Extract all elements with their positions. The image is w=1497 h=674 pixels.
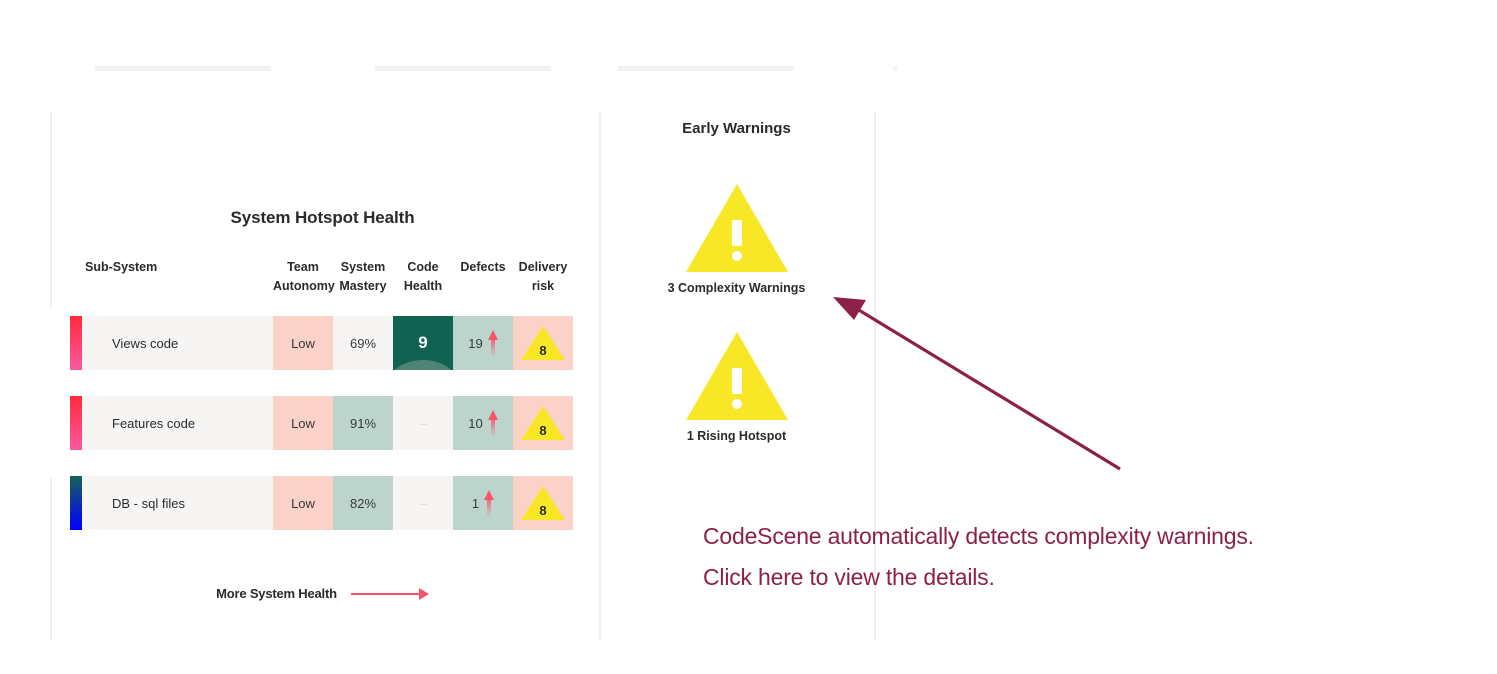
defects-count: 19 xyxy=(468,335,483,351)
cell-delivery-risk: 8 xyxy=(513,476,573,530)
panel-title-early-warnings: Early Warnings xyxy=(682,120,791,137)
system-hotspot-health-panel: System Hotspot Health Sub-System Team Au… xyxy=(50,112,599,640)
cell-delivery-risk: 8 xyxy=(513,316,573,370)
cell-defects: 10 xyxy=(453,396,513,450)
column-header-line2: Mastery xyxy=(339,279,387,293)
code-health-empty: – xyxy=(419,415,427,431)
column-header-system-mastery: System Mastery xyxy=(333,258,393,296)
cell-team-autonomy: Low xyxy=(273,476,333,530)
rising-arrow-icon xyxy=(487,409,498,437)
warning-triangle-icon: 8 xyxy=(521,326,565,360)
early-warning-item-rising-hotspot[interactable]: 1 Rising Hotspot xyxy=(599,332,874,443)
table-row[interactable]: DB - sql files Low 82% – 1 8 xyxy=(70,476,573,530)
row-label-sub-system: Features code xyxy=(82,396,273,450)
cell-team-autonomy: Low xyxy=(273,396,333,450)
cell-defects: 19 xyxy=(453,316,513,370)
cell-defects: 1 xyxy=(453,476,513,530)
delivery-risk-value: 8 xyxy=(539,343,547,358)
column-header-line2: Health xyxy=(403,279,443,293)
column-header-delivery-risk: Delivery risk xyxy=(513,258,573,296)
defects-value-group: 10 xyxy=(468,409,498,437)
warning-triangle-icon xyxy=(685,184,788,272)
exclamation-dot xyxy=(731,251,742,261)
row-color-bar xyxy=(70,476,82,530)
cell-code-health: 9 xyxy=(393,316,453,370)
rising-arrow-icon xyxy=(484,489,495,517)
table-header-row: Sub-System Team Autonomy System Mastery … xyxy=(50,258,595,304)
row-label-sub-system: DB - sql files xyxy=(82,476,273,530)
cell-system-mastery: 82% xyxy=(333,476,393,530)
early-warning-item-complexity[interactable]: 3 Complexity Warnings xyxy=(599,184,874,295)
annotation-callout-text: CodeScene automatically detects complexi… xyxy=(703,516,1493,598)
column-header-line2: risk xyxy=(531,279,555,293)
row-color-bar xyxy=(70,396,82,450)
code-health-empty: – xyxy=(419,495,427,511)
rising-arrow-icon xyxy=(487,329,498,357)
cell-team-autonomy: Low xyxy=(273,316,333,370)
early-warning-label: 3 Complexity Warnings xyxy=(667,281,806,295)
arrow-right-icon xyxy=(350,587,429,601)
delivery-risk-value: 8 xyxy=(539,423,547,438)
column-header-sub-system: Sub-System xyxy=(85,260,158,274)
exclamation-dot xyxy=(731,399,742,409)
annotation-line-2: Click here to view the details. xyxy=(703,564,995,590)
column-header-code-health: Code Health xyxy=(393,258,453,296)
delivery-risk-value: 8 xyxy=(539,503,547,518)
cell-code-health: – xyxy=(393,476,453,530)
defects-count: 10 xyxy=(468,415,483,431)
table-row[interactable]: Views code Low 69% 9 19 8 xyxy=(70,316,573,370)
dashboard-root: System Hotspot Health Sub-System Team Au… xyxy=(0,0,1497,674)
table-row[interactable]: Features code Low 91% – 10 8 xyxy=(70,396,573,450)
cell-system-mastery: 91% xyxy=(333,396,393,450)
more-system-health-label: More System Health xyxy=(216,586,337,601)
code-health-score: 9 xyxy=(418,333,428,352)
annotation-line-1: CodeScene automatically detects complexi… xyxy=(703,523,1254,549)
column-header-line2: Autonomy xyxy=(273,279,335,293)
defects-value-group: 19 xyxy=(468,329,498,357)
card-edge-strip-4 xyxy=(893,66,897,71)
defects-value-group: 1 xyxy=(471,489,495,517)
column-header-line1: System xyxy=(340,260,386,274)
arrow-head xyxy=(418,587,429,600)
warning-triangle-icon: 8 xyxy=(521,406,565,440)
column-header-team-autonomy: Team Autonomy xyxy=(273,258,335,296)
card-edge-strip-2 xyxy=(375,66,551,71)
defects-count: 1 xyxy=(471,495,480,511)
panel-title-system-hotspot-health: System Hotspot Health xyxy=(230,208,415,227)
warning-triangle-icon: 8 xyxy=(521,486,565,520)
cell-code-health: – xyxy=(393,396,453,450)
column-header-line1: Delivery xyxy=(518,260,568,274)
card-edge-strip-3 xyxy=(618,66,794,71)
cell-system-mastery: 69% xyxy=(333,316,393,370)
row-label-sub-system: Views code xyxy=(82,316,273,370)
exclamation-bar xyxy=(731,220,742,246)
column-header-line1: Defects xyxy=(460,260,506,274)
more-system-health-link[interactable]: More System Health xyxy=(50,586,595,601)
row-color-bar xyxy=(70,316,82,370)
arrow-shaft xyxy=(350,592,423,595)
cell-delivery-risk: 8 xyxy=(513,396,573,450)
early-warning-label: 1 Rising Hotspot xyxy=(686,429,787,443)
column-header-line1: Code xyxy=(407,260,439,274)
exclamation-bar xyxy=(731,368,742,394)
warning-triangle-icon xyxy=(685,332,788,420)
code-health-wave xyxy=(393,360,453,370)
column-header-defects: Defects xyxy=(453,258,513,277)
column-header-line1: Team xyxy=(287,260,319,274)
card-edge-strip-1 xyxy=(95,66,271,71)
